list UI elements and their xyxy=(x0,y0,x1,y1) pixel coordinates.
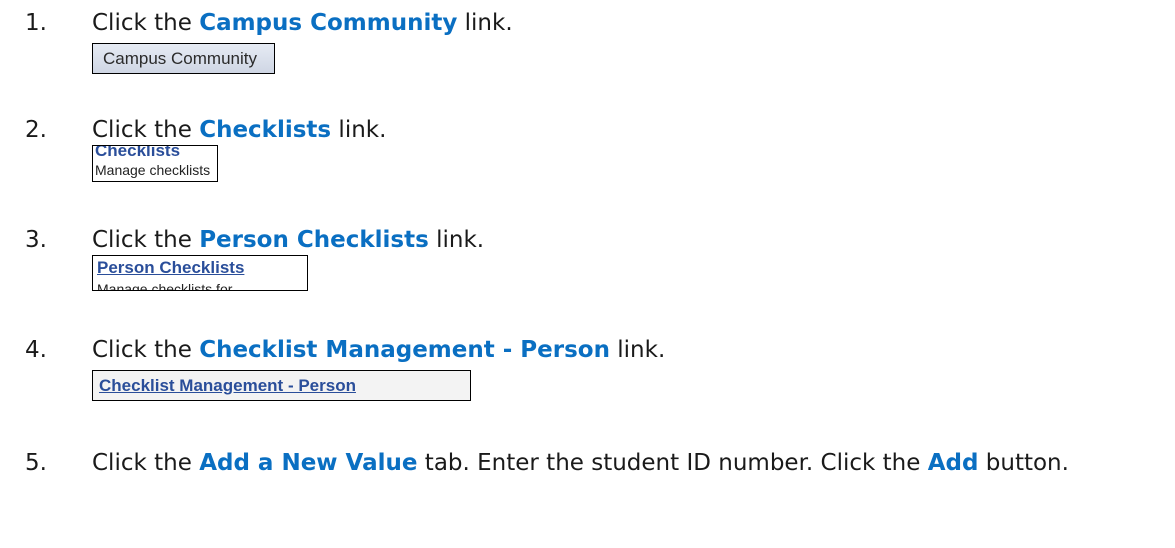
step-instruction: Click the Add a New Value tab. Enter the… xyxy=(92,448,1069,478)
step-number: 5. xyxy=(25,450,47,476)
campus-community-link-screenshot: Campus Community xyxy=(92,43,275,74)
checklists-description: Manage checklists xyxy=(95,162,211,178)
instruction-text: link. xyxy=(457,10,513,36)
button-name-add: Add xyxy=(927,450,979,476)
step-number: 2. xyxy=(25,117,47,143)
step-instruction: Click the Checklists link. xyxy=(92,115,386,145)
step-number: 3. xyxy=(25,227,47,253)
instruction-text: Click the xyxy=(92,337,200,363)
instruction-text: Click the xyxy=(92,117,200,143)
person-checklists-link-screenshot: Person Checklists Manage checklists for xyxy=(92,255,308,291)
link-name-checklist-management-person: Checklist Management - Person xyxy=(199,337,610,363)
person-checklists-link: Person Checklists xyxy=(97,258,245,277)
checklists-link-screenshot: Checklists Manage checklists xyxy=(92,145,218,182)
step-instruction: Click the Person Checklists link. xyxy=(92,225,484,255)
instruction-text: Click the xyxy=(92,227,200,253)
instruction-text: link. xyxy=(428,227,485,253)
checklist-management-person-link-screenshot: Checklist Management - Person xyxy=(92,370,471,401)
instruction-text: Click the xyxy=(92,10,200,36)
link-name-person-checklists: Person Checklists xyxy=(199,227,429,253)
step-number: 1. xyxy=(25,10,47,36)
step-instruction: Click the Campus Community link. xyxy=(92,8,513,38)
checklists-link: Checklists xyxy=(95,145,181,160)
person-checklists-description: Manage checklists for xyxy=(97,281,233,291)
checklist-management-person-link: Checklist Management - Person xyxy=(99,376,356,395)
instruction-text: Click the xyxy=(92,450,200,476)
instruction-text: link. xyxy=(331,117,387,143)
step-number: 4. xyxy=(25,337,47,363)
link-name-checklists: Checklists xyxy=(199,117,332,143)
instruction-text: button. xyxy=(978,450,1069,476)
campus-community-link: Campus Community xyxy=(103,49,257,68)
step-instruction: Click the Checklist Management - Person … xyxy=(92,335,665,365)
instruction-text: tab. Enter the student ID number. Click … xyxy=(417,450,928,476)
instruction-text: link. xyxy=(609,337,666,363)
tab-name-add-a-new-value: Add a New Value xyxy=(199,450,418,476)
link-name-campus-community: Campus Community xyxy=(199,10,458,36)
